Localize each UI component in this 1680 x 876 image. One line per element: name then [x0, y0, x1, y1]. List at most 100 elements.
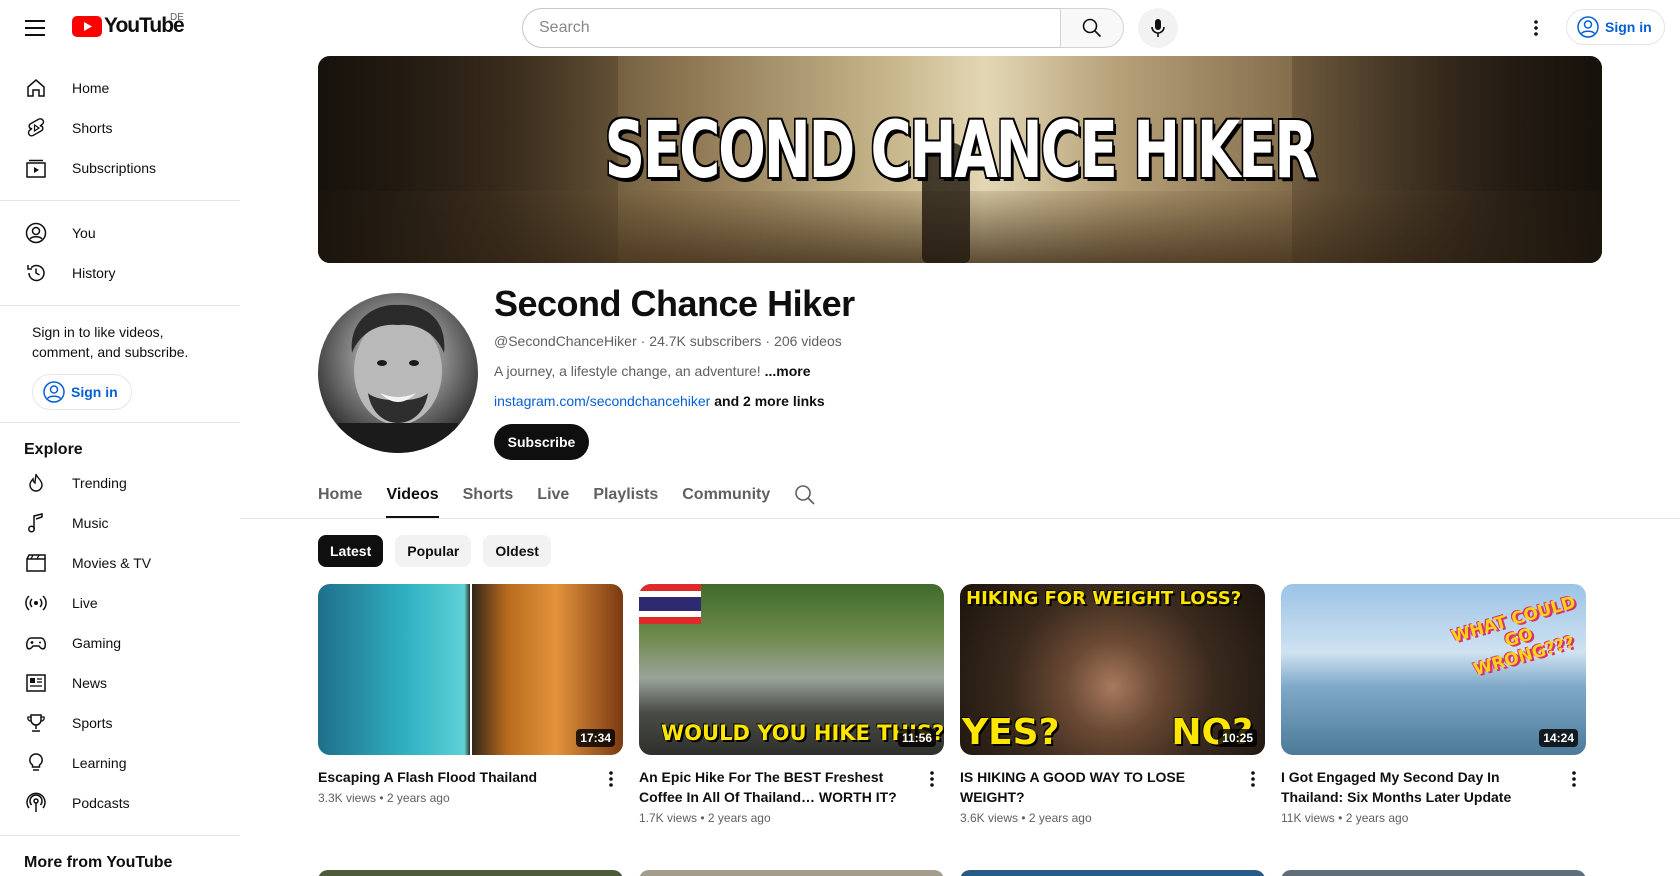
tabs-divider: [240, 518, 1680, 519]
video-info: An Epic Hike For The BEST Freshest Coffe…: [639, 767, 944, 825]
video-views: 3.3K views: [318, 791, 377, 805]
video-thumbnail[interactable]: HIKING FOR WEIGHT LOSS? YES? NO? 10:25: [960, 584, 1265, 755]
video-title[interactable]: I Got Engaged My Second Day In Thailand:…: [1281, 767, 1558, 807]
video-title[interactable]: IS HIKING A GOOD WAY TO LOSE WEIGHT?: [960, 767, 1237, 807]
movies-icon: [24, 551, 48, 575]
youtube-logo[interactable]: YouTube: [72, 14, 185, 38]
channel-description[interactable]: A journey, a lifestyle change, an advent…: [494, 363, 811, 379]
voice-search-button[interactable]: [1138, 8, 1178, 48]
video-menu-icon[interactable]: [1562, 767, 1586, 791]
sidebar-item-label: Live: [72, 595, 98, 611]
tab-live[interactable]: Live: [537, 476, 569, 518]
sort-chips: Latest Popular Oldest: [318, 535, 551, 567]
video-age: 2 years ago: [1345, 811, 1409, 825]
video-menu-icon[interactable]: [920, 767, 944, 791]
sidebar-item-you[interactable]: You: [0, 213, 240, 253]
sidebar-item-gaming[interactable]: Gaming: [0, 623, 240, 663]
video-menu-icon[interactable]: [1241, 767, 1265, 791]
learning-icon: [24, 751, 48, 775]
sidebar-item-news[interactable]: News: [0, 663, 240, 703]
tab-videos[interactable]: Videos: [386, 476, 439, 518]
tab-community[interactable]: Community: [682, 476, 770, 518]
subscriptions-icon: [24, 156, 48, 180]
sidebar-item-label: Subscriptions: [72, 160, 157, 176]
sidebar-item-label: Trending: [72, 475, 127, 491]
sidebar-item-music[interactable]: Music: [0, 503, 240, 543]
thumbnail-caption: WHAT COULD GO WRONG???: [1449, 592, 1578, 681]
video-views: 11K views: [1281, 811, 1335, 825]
channel-handle: @SecondChanceHiker: [494, 333, 637, 349]
tab-shorts[interactable]: Shorts: [463, 476, 514, 518]
video-thumbnail[interactable]: WOULD YOU HIKE THIS? 11:56: [639, 584, 944, 755]
chip-oldest[interactable]: Oldest: [483, 535, 551, 567]
menu-icon[interactable]: [20, 12, 52, 44]
video-menu-icon[interactable]: [599, 767, 623, 791]
sidebar-item-label: Music: [72, 515, 109, 531]
tab-playlists[interactable]: Playlists: [593, 476, 658, 518]
video-meta: 11K views • 2 years ago: [1281, 811, 1409, 825]
sidebar-item-learning[interactable]: Learning: [0, 743, 240, 783]
sidebar-item-label: Sports: [72, 715, 113, 731]
sidebar-item-live[interactable]: Live: [0, 583, 240, 623]
video-thumbnail-partial[interactable]: [639, 870, 944, 876]
sidebar-item-subscriptions[interactable]: Subscriptions: [0, 148, 240, 188]
search-bar: [522, 8, 1124, 48]
live-icon: [24, 591, 48, 615]
video-age: 2 years ago: [386, 791, 450, 805]
video-thumbnail[interactable]: WHAT COULD GO WRONG??? 14:24: [1281, 584, 1586, 755]
video-thumbnail-partial[interactable]: [1281, 870, 1586, 876]
video-card[interactable]: WHAT COULD GO WRONG??? 14:24 I Got Engag…: [1281, 584, 1586, 825]
channel-tabs: Home Videos Shorts Live Playlists Commun…: [318, 476, 818, 518]
video-age: 2 years ago: [707, 811, 771, 825]
video-duration: 14:24: [1539, 729, 1578, 747]
video-thumbnail[interactable]: 17:34: [318, 584, 623, 755]
video-info: Escaping A Flash Flood Thailand 3.3K vie…: [318, 767, 623, 805]
shorts-icon: [24, 116, 48, 140]
video-info: IS HIKING A GOOD WAY TO LOSE WEIGHT? 3.6…: [960, 767, 1265, 825]
video-thumbnail-partial[interactable]: [318, 870, 623, 876]
video-title[interactable]: An Epic Hike For The BEST Freshest Coffe…: [639, 767, 916, 807]
sidebar-item-movies[interactable]: Movies & TV: [0, 543, 240, 583]
description-more-link[interactable]: ...more: [765, 363, 811, 379]
subscriber-count: 24.7K subscribers: [649, 333, 762, 349]
subscribe-button[interactable]: Subscribe: [494, 424, 589, 460]
video-title[interactable]: Escaping A Flash Flood Thailand: [318, 767, 595, 787]
thumbnail-caption: HIKING FOR WEIGHT LOSS?: [966, 588, 1242, 609]
sidebar-sign-in-button[interactable]: Sign in: [32, 374, 132, 410]
video-card[interactable]: WOULD YOU HIKE THIS? 11:56 An Epic Hike …: [639, 584, 944, 825]
sidebar-item-shorts[interactable]: Shorts: [0, 108, 240, 148]
chip-popular[interactable]: Popular: [395, 535, 472, 567]
tab-home[interactable]: Home: [318, 476, 362, 518]
music-icon: [24, 511, 48, 535]
video-count: 206 videos: [774, 333, 842, 349]
account-icon: [43, 381, 65, 403]
channel-meta: @SecondChanceHiker · 24.7K subscribers ·…: [494, 333, 842, 349]
youtube-play-icon: [72, 15, 102, 37]
video-duration: 10:25: [1218, 729, 1257, 747]
video-thumbnail-partial[interactable]: [960, 870, 1265, 876]
sidebar-item-label: News: [72, 675, 108, 691]
channel-search-icon[interactable]: [794, 484, 818, 508]
sidebar-item-home[interactable]: Home: [0, 68, 240, 108]
settings-more-button[interactable]: [1520, 12, 1552, 44]
more-links-button[interactable]: and 2 more links: [714, 393, 824, 409]
sign-in-button[interactable]: Sign in: [1566, 9, 1665, 45]
channel-avatar: [318, 293, 478, 453]
sidebar-item-label: History: [72, 265, 116, 281]
sidebar-item-label: Home: [72, 80, 110, 96]
sign-in-label: Sign in: [1605, 19, 1652, 35]
chip-latest[interactable]: Latest: [318, 535, 384, 567]
search-input[interactable]: [522, 8, 1060, 48]
description-text: A journey, a lifestyle change, an advent…: [494, 363, 761, 379]
search-button[interactable]: [1060, 8, 1124, 48]
top-bar: YouTube DE Sign in: [0, 0, 1680, 56]
sidebar-item-trending[interactable]: Trending: [0, 463, 240, 503]
more-from-youtube-title: More from YouTube: [24, 854, 173, 871]
video-card[interactable]: 17:34 Escaping A Flash Flood Thailand 3.…: [318, 584, 623, 805]
sidebar-item-podcasts[interactable]: Podcasts: [0, 783, 240, 823]
sidebar-item-sports[interactable]: Sports: [0, 703, 240, 743]
instagram-link[interactable]: instagram.com/secondchancehiker: [494, 393, 710, 409]
video-card[interactable]: HIKING FOR WEIGHT LOSS? YES? NO? 10:25 I…: [960, 584, 1265, 825]
gaming-icon: [24, 631, 48, 655]
sidebar-item-history[interactable]: History: [0, 253, 240, 293]
